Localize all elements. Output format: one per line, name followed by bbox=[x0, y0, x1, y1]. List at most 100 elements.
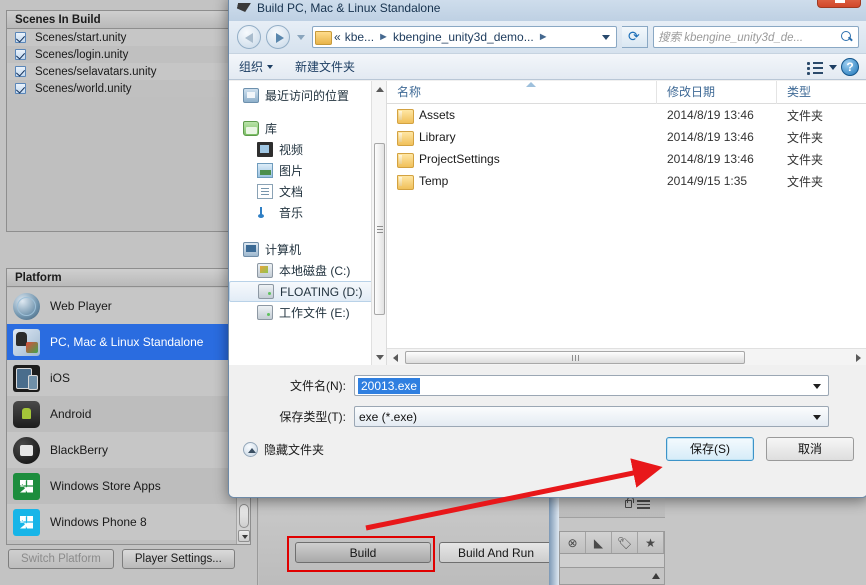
build-and-run-button[interactable]: Build And Run bbox=[439, 542, 553, 563]
chevron-down-icon[interactable] bbox=[813, 384, 821, 389]
view-mode-chevron-icon[interactable] bbox=[829, 65, 837, 70]
lock-icon bbox=[625, 497, 634, 508]
tree-item-library[interactable]: 库 bbox=[229, 118, 386, 139]
tree-item-documents[interactable]: 文档 bbox=[229, 181, 386, 202]
dialog-navigation-bar: « kbe... ► kbengine_unity3d_demo... ► 搜索… bbox=[229, 21, 866, 53]
file-row[interactable]: Library 2014/8/19 13:46 文件夹 bbox=[387, 126, 866, 148]
tree-item-music[interactable]: 音乐 bbox=[229, 202, 386, 223]
tree-item-work-files-e[interactable]: 工作文件 (E:) bbox=[229, 302, 386, 323]
search-input[interactable]: 搜索 kbengine_unity3d_de... bbox=[653, 26, 859, 48]
file-list-horizontal-scrollbar[interactable] bbox=[387, 348, 866, 365]
file-row[interactable]: Temp 2014/9/15 1:35 文件夹 bbox=[387, 170, 866, 192]
file-type-cell: 文件夹 bbox=[787, 174, 824, 189]
column-header-name[interactable]: 名称 bbox=[387, 80, 657, 104]
dialog-body: 最近访问的位置 库 视频 图片 文档 音乐 计算机 本地磁盘 (C:) FLOA… bbox=[229, 80, 866, 365]
navigation-scrollbar-thumb[interactable] bbox=[374, 143, 385, 315]
tree-item-recent-places[interactable]: 最近访问的位置 bbox=[229, 85, 386, 106]
windows-store-icon bbox=[13, 472, 40, 500]
tree-item-label: 最近访问的位置 bbox=[265, 89, 350, 103]
scene-checkbox[interactable] bbox=[15, 66, 26, 77]
close-icon[interactable] bbox=[817, 0, 861, 8]
tree-item-label: 文档 bbox=[279, 185, 304, 199]
scene-checkbox[interactable] bbox=[15, 83, 26, 94]
platform-item-android[interactable]: Android bbox=[7, 396, 236, 432]
new-folder-button[interactable]: 新建文件夹 bbox=[295, 58, 355, 75]
refresh-icon[interactable] bbox=[622, 26, 648, 48]
platform-item-web-player[interactable]: Web Player bbox=[7, 288, 236, 324]
file-name-cell: ProjectSettings bbox=[387, 152, 657, 168]
platform-item-standalone[interactable]: PC, Mac & Linux Standalone bbox=[7, 324, 236, 360]
file-name-cell: Temp bbox=[387, 174, 657, 190]
chevron-right-icon[interactable]: ► bbox=[538, 31, 549, 43]
file-type-cell: 文件夹 bbox=[787, 130, 824, 145]
scroll-left-icon[interactable] bbox=[387, 350, 403, 365]
scenes-list[interactable]: Scenes/start.unity Scenes/login.unity Sc… bbox=[7, 29, 250, 97]
search-placeholder: 搜索 kbengine_unity3d_de... bbox=[658, 32, 804, 44]
breadcrumb-separator: « bbox=[334, 30, 341, 44]
platform-scrollbar-thumb[interactable] bbox=[239, 504, 249, 528]
platform-actions: Switch Platform Player Settings... bbox=[8, 549, 235, 569]
tree-item-floating-d[interactable]: FLOATING (D:) bbox=[229, 281, 382, 302]
scene-list-item[interactable]: Scenes/world.unity bbox=[7, 80, 250, 97]
view-mode-icon[interactable] bbox=[807, 61, 823, 75]
tree-item-local-disk-c[interactable]: 本地磁盘 (C:) bbox=[229, 260, 386, 281]
scroll-down-icon[interactable] bbox=[238, 530, 250, 542]
file-row[interactable]: ProjectSettings 2014/8/19 13:46 文件夹 bbox=[387, 148, 866, 170]
platform-item-ios[interactable]: iOS bbox=[7, 360, 236, 396]
column-header-type[interactable]: 类型 bbox=[777, 81, 847, 104]
file-type-cell: 文件夹 bbox=[787, 152, 824, 167]
tree-item-label: 音乐 bbox=[279, 206, 304, 220]
scroll-down-icon[interactable] bbox=[372, 350, 386, 365]
panel-menu-icon bbox=[637, 500, 650, 509]
platform-item-windows-store[interactable]: Windows Store Apps bbox=[7, 468, 236, 504]
dialog-footer: 文件名(N): 20013.exe 保存类型(T): exe (*.exe) 隐… bbox=[229, 365, 866, 497]
platform-panel: Platform Web Player PC, Mac & Linux Stan… bbox=[6, 268, 251, 545]
breadcrumb-item-parent[interactable]: kbe... bbox=[345, 30, 374, 44]
file-row[interactable]: Assets 2014/8/19 13:46 文件夹 bbox=[387, 104, 866, 126]
help-icon[interactable]: ? bbox=[841, 58, 859, 76]
save-button[interactable]: 保存(S) bbox=[666, 437, 754, 461]
switch-platform-button[interactable]: Switch Platform bbox=[8, 549, 114, 569]
recent-locations-chevron-icon[interactable] bbox=[295, 25, 307, 49]
scroll-up-icon[interactable] bbox=[372, 81, 386, 96]
address-bar[interactable]: « kbe... ► kbengine_unity3d_demo... ► bbox=[312, 26, 617, 48]
hide-folders-toggle[interactable]: 隐藏文件夹 bbox=[243, 441, 324, 458]
platform-item-blackberry[interactable]: BlackBerry bbox=[7, 432, 236, 468]
address-dropdown-icon[interactable] bbox=[598, 27, 614, 47]
tree-item-pictures[interactable]: 图片 bbox=[229, 160, 386, 181]
tree-item-computer[interactable]: 计算机 bbox=[229, 239, 386, 260]
scene-list-item[interactable]: Scenes/start.unity bbox=[7, 29, 250, 46]
folder-tree[interactable]: 最近访问的位置 库 视频 图片 文档 音乐 计算机 本地磁盘 (C:) FLOA… bbox=[229, 81, 386, 323]
scene-checkbox[interactable] bbox=[15, 32, 26, 43]
tree-item-videos[interactable]: 视频 bbox=[229, 139, 386, 160]
tree-item-label: 库 bbox=[265, 122, 278, 136]
back-icon[interactable] bbox=[237, 25, 261, 49]
organize-menu[interactable]: 组织 bbox=[239, 58, 274, 75]
filetype-select[interactable]: exe (*.exe) bbox=[354, 406, 829, 427]
hide-folders-label: 隐藏文件夹 bbox=[264, 442, 325, 457]
filename-row: 文件名(N): 20013.exe bbox=[229, 375, 866, 396]
sort-ascending-icon bbox=[526, 82, 536, 87]
platform-item-windows-phone[interactable]: Windows Phone 8 bbox=[7, 504, 236, 540]
column-header-date[interactable]: 修改日期 bbox=[657, 80, 777, 104]
scene-list-item[interactable]: Scenes/selavatars.unity bbox=[7, 63, 250, 80]
file-list[interactable]: Assets 2014/8/19 13:46 文件夹 Library 2014/… bbox=[387, 104, 866, 192]
cancel-button[interactable]: 取消 bbox=[766, 437, 854, 461]
breadcrumb-item-current[interactable]: kbengine_unity3d_demo... bbox=[393, 30, 534, 44]
filename-input[interactable]: 20013.exe bbox=[354, 375, 829, 396]
platform-list[interactable]: Web Player PC, Mac & Linux Standalone iO… bbox=[7, 288, 236, 544]
player-settings-button[interactable]: Player Settings... bbox=[121, 549, 235, 569]
horizontal-scrollbar-thumb[interactable] bbox=[405, 350, 745, 364]
chevron-down-icon[interactable] bbox=[813, 415, 821, 420]
file-date-cell: 2014/8/19 13:46 bbox=[667, 130, 754, 144]
platform-label: PC, Mac & Linux Standalone bbox=[50, 335, 204, 349]
file-date-cell: 2014/8/19 13:46 bbox=[667, 108, 754, 122]
scroll-right-icon[interactable] bbox=[851, 350, 866, 365]
build-button[interactable]: Build bbox=[295, 542, 431, 563]
scene-checkbox[interactable] bbox=[15, 49, 26, 60]
scene-list-item[interactable]: Scenes/login.unity bbox=[7, 46, 250, 63]
background-panel-row bbox=[559, 554, 665, 567]
forward-icon[interactable] bbox=[266, 25, 290, 49]
navigation-pane-scrollbar[interactable] bbox=[371, 81, 386, 365]
dialog-footer-actions: 隐藏文件夹 保存(S) 取消 bbox=[229, 437, 866, 461]
